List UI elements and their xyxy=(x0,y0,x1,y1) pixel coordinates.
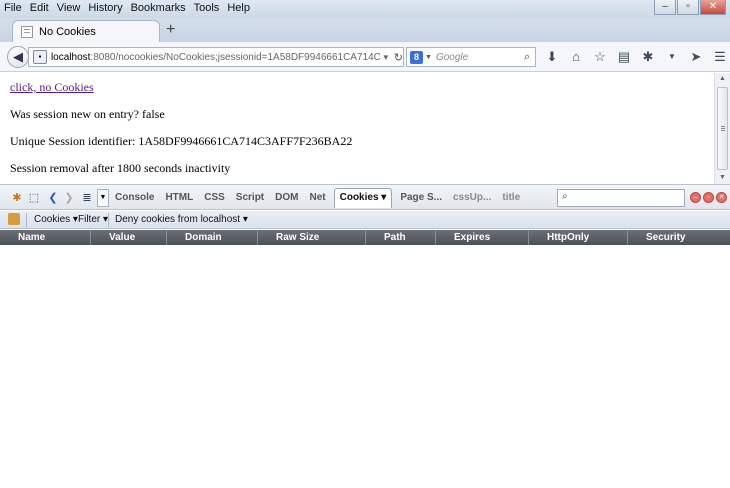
column-raw-size[interactable]: Raw Size xyxy=(258,230,366,245)
column-value[interactable]: Value xyxy=(91,230,167,245)
tab-page-speed[interactable]: Page S... xyxy=(397,188,445,208)
new-tab-button[interactable]: + xyxy=(166,21,175,39)
menu-tools[interactable]: Tools xyxy=(194,2,220,14)
tab-css-usage[interactable]: cssUp... xyxy=(450,188,494,208)
deny-cookies-menu[interactable]: Deny cookies from localhost ▾ xyxy=(115,214,248,225)
page-scrollbar[interactable]: ▲ ▼ xyxy=(714,73,730,184)
scroll-thumb[interactable] xyxy=(717,87,728,170)
scroll-down-icon[interactable]: ▼ xyxy=(715,172,730,184)
tab-dom[interactable]: DOM xyxy=(272,188,301,208)
navigation-bar: ▪ localhost:8080/nocookies/NoCookies;jse… xyxy=(0,42,730,72)
menu-hamburger-icon[interactable]: ☰ xyxy=(708,48,730,66)
forward-nav-icon[interactable]: ❯ xyxy=(62,191,76,205)
tab-console[interactable]: Console xyxy=(112,188,157,208)
panel-menu-dropdown-icon[interactable]: ▼ xyxy=(97,189,109,207)
url-bar[interactable]: ▪ localhost:8080/nocookies/NoCookies;jse… xyxy=(28,47,404,67)
url-path: :8080/nocookies/NoCookies;jsessionid=1A5… xyxy=(90,51,380,63)
column-name[interactable]: Name xyxy=(0,230,91,245)
bookmark-star-icon[interactable]: ☆ xyxy=(588,48,612,66)
back-arrow-icon: ◀ xyxy=(13,49,23,64)
search-icon[interactable]: ⌕ xyxy=(524,51,530,64)
firebug-close-icon[interactable]: ✕ xyxy=(716,192,727,203)
tab-no-cookies[interactable]: No Cookies xyxy=(12,20,160,42)
page-content: click, no Cookies Was session new on ent… xyxy=(0,73,714,184)
firebug-detach-icon[interactable]: ▫ xyxy=(703,192,714,203)
menu-bar: File Edit View History Bookmarks Tools H… xyxy=(4,2,258,14)
download-icon[interactable]: ⬇ xyxy=(540,48,564,66)
tab-net[interactable]: Net xyxy=(306,188,328,208)
back-nav-icon[interactable]: ❮ xyxy=(46,191,60,205)
close-icon[interactable]: ✕ xyxy=(700,0,726,15)
search-engine-icon[interactable]: 8 xyxy=(410,50,423,64)
menu-file[interactable]: File xyxy=(4,2,22,14)
cookie-icon[interactable] xyxy=(8,213,20,225)
firebug-tabs: Console HTML CSS Script DOM Net Cookies … xyxy=(112,188,528,208)
no-cookies-link[interactable]: click, no Cookies xyxy=(10,80,94,94)
home-icon[interactable]: ⌂ xyxy=(564,48,588,66)
search-icon: ⌕ xyxy=(562,191,568,202)
title-bar: File Edit View History Bookmarks Tools H… xyxy=(0,0,730,18)
tab-title: No Cookies xyxy=(39,25,96,38)
cookies-toolbar: Cookies ▾ Filter ▾ Deny cookies from loc… xyxy=(0,211,730,229)
firebug-window-controls: – ▫ ✕ xyxy=(690,192,729,203)
window-controls: – ▫ ✕ xyxy=(653,0,726,15)
tab-script[interactable]: Script xyxy=(233,188,267,208)
cookies-table-header: Name Value Domain Raw Size Path Expires … xyxy=(0,230,730,245)
url-host: localhost xyxy=(50,51,91,63)
inspect-icon[interactable]: ⬚ xyxy=(27,191,41,205)
tab-cookies[interactable]: Cookies ▾ xyxy=(333,188,393,208)
column-security[interactable]: Security xyxy=(628,230,730,245)
column-expires[interactable]: Expires xyxy=(436,230,529,245)
session-new-text: Was session new on entry? false xyxy=(10,107,165,121)
column-httponly[interactable]: HttpOnly xyxy=(529,230,628,245)
send-icon[interactable]: ➤ xyxy=(684,48,708,66)
menu-bookmarks[interactable]: Bookmarks xyxy=(131,2,186,14)
tab-html[interactable]: HTML xyxy=(162,188,196,208)
back-button[interactable]: ◀ xyxy=(7,46,29,68)
tab-strip: No Cookies + xyxy=(0,18,730,42)
search-input[interactable]: Google xyxy=(436,52,524,63)
cookies-menu[interactable]: Cookies ▾ xyxy=(34,214,78,225)
tab-css[interactable]: CSS xyxy=(201,188,228,208)
search-bar[interactable]: 8 ▼ Google ⌕ xyxy=(406,47,536,67)
bookmarks-list-icon[interactable]: ▤ xyxy=(612,48,636,66)
reload-icon[interactable]: ↻ xyxy=(394,51,403,64)
cookies-table-body xyxy=(0,245,730,488)
minimize-icon[interactable]: – xyxy=(654,0,676,15)
menu-help[interactable]: Help xyxy=(227,2,250,14)
toolbar-divider xyxy=(108,213,109,227)
url-text[interactable]: localhost:8080/nocookies/NoCookies;jsess… xyxy=(51,52,380,63)
engine-dropdown-icon[interactable]: ▼ xyxy=(425,54,432,61)
site-info-icon[interactable]: ▪ xyxy=(33,50,47,64)
grip-icon xyxy=(721,126,725,127)
firebug-bug-icon[interactable]: ✱ xyxy=(10,191,24,205)
tab-title[interactable]: title xyxy=(499,188,523,208)
column-path[interactable]: Path xyxy=(366,230,436,245)
toolbar-divider xyxy=(26,213,27,227)
filter-menu[interactable]: Filter ▾ xyxy=(78,214,108,225)
session-timeout-text: Session removal after 1800 seconds inact… xyxy=(10,161,231,175)
column-domain[interactable]: Domain xyxy=(167,230,258,245)
toolbar-icons: ⬇ ⌂ ☆ ▤ ✱ ▼ ➤ ☰ xyxy=(540,48,730,66)
firebug-toolbar: ✱ ⬚ ❮ ❯ ≣ ▼ Console HTML CSS Script DOM … xyxy=(0,184,730,210)
firebug-dropdown-icon[interactable]: ▼ xyxy=(660,48,684,66)
list-icon[interactable]: ≣ xyxy=(80,191,94,205)
firebug-icon[interactable]: ✱ xyxy=(636,48,660,66)
session-id-text: Unique Session identifier: 1A58DF9946661… xyxy=(10,134,353,148)
maximize-icon[interactable]: ▫ xyxy=(677,0,699,15)
menu-edit[interactable]: Edit xyxy=(30,2,49,14)
firebug-search-input[interactable]: ⌕ xyxy=(557,189,685,207)
menu-view[interactable]: View xyxy=(57,2,81,14)
page-icon xyxy=(21,25,33,38)
scroll-up-icon[interactable]: ▲ xyxy=(715,73,730,85)
menu-history[interactable]: History xyxy=(88,2,122,14)
firebug-minimize-icon[interactable]: – xyxy=(690,192,701,203)
url-dropdown-icon[interactable]: ▼ xyxy=(382,53,390,62)
